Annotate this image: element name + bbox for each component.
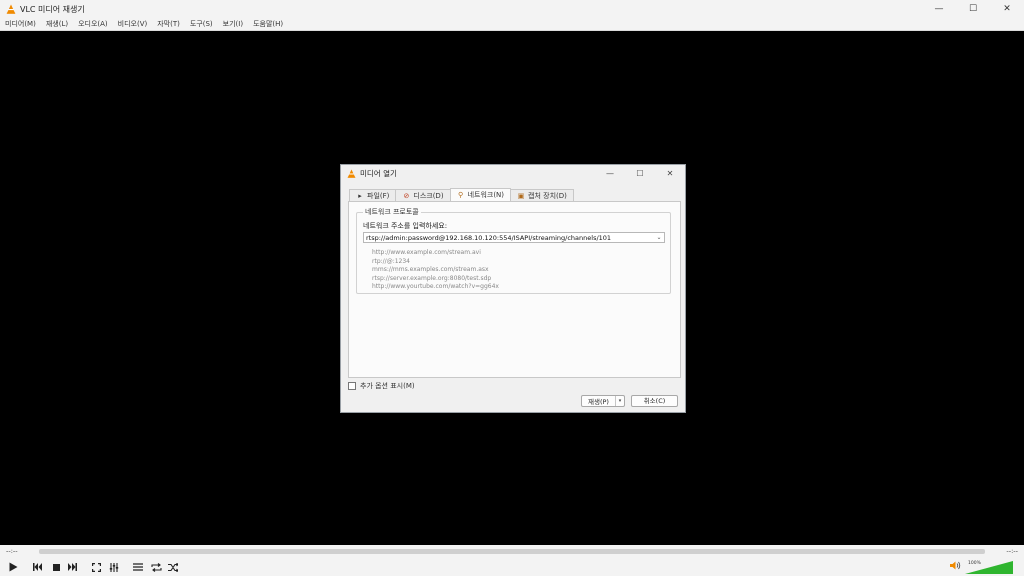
menu-subtitle[interactable]: 자막(T): [157, 19, 180, 29]
group-title: 네트워크 프로토콜: [363, 207, 421, 217]
shuffle-icon[interactable]: [165, 560, 181, 574]
previous-icon[interactable]: [30, 560, 46, 574]
dialog-title-bar: 미디어 열기 — ☐ ✕: [341, 165, 685, 181]
more-options-checkbox[interactable]: [348, 382, 356, 390]
network-protocol-group: 네트워크 프로토콜 네트워크 주소를 입력하세요: rtsp://admin:p…: [356, 207, 671, 294]
seek-row: --:-- --:--: [0, 545, 1024, 558]
dialog-tabs: ▸ 파일(F) ⊘ 디스크(D) ⚲ 네트워크(N) ▣ 캡처 장치(D): [349, 188, 574, 201]
extended-settings-icon[interactable]: [106, 560, 122, 574]
seek-slider[interactable]: [39, 549, 985, 554]
tab-disc[interactable]: ⊘ 디스크(D): [395, 189, 451, 201]
example-url: http://www.example.com/stream.avi: [372, 249, 481, 256]
play-dropdown-arrow[interactable]: ▾: [615, 396, 624, 406]
more-options-toggle[interactable]: 추가 옵션 표시(M): [348, 381, 415, 391]
elapsed-time: --:--: [6, 547, 18, 555]
control-bar: 100%: [0, 558, 1024, 576]
menu-help[interactable]: 도움말(H): [253, 19, 283, 29]
dialog-minimize-button[interactable]: —: [595, 165, 625, 181]
tab-label: 디스크(D): [413, 191, 444, 200]
network-tab-panel: 네트워크 프로토콜 네트워크 주소를 입력하세요: rtsp://admin:p…: [348, 201, 681, 378]
url-label: 네트워크 주소를 입력하세요:: [363, 222, 448, 230]
disc-icon: ⊘: [403, 191, 410, 200]
dialog-maximize-button[interactable]: ☐: [625, 165, 655, 181]
menu-audio[interactable]: 오디오(A): [78, 19, 108, 29]
play-icon[interactable]: [3, 560, 23, 574]
open-media-dialog: 미디어 열기 — ☐ ✕ ▸ 파일(F) ⊘ 디스크(D) ⚲ 네트워크(N) …: [340, 164, 686, 413]
window-title: VLC 미디어 재생기: [20, 4, 85, 14]
menu-tools[interactable]: 도구(S): [190, 19, 213, 29]
stop-icon[interactable]: [48, 560, 64, 574]
title-bar: VLC 미디어 재생기 — ☐ ✕: [0, 0, 1024, 18]
minimize-button[interactable]: —: [922, 0, 956, 18]
volume-percent: 100%: [968, 561, 981, 566]
next-icon[interactable]: [64, 560, 80, 574]
vlc-cone-icon: [6, 4, 16, 14]
network-icon: ⚲: [457, 191, 464, 199]
menu-playback[interactable]: 재생(L): [46, 19, 68, 29]
tab-label: 캡처 장치(D): [528, 191, 567, 200]
total-time: --:--: [1006, 547, 1018, 555]
tab-label: 파일(F): [367, 191, 390, 200]
close-button[interactable]: ✕: [990, 0, 1024, 18]
url-value: rtsp://admin:password@192.168.10.120:554…: [366, 233, 612, 242]
window-controls: — ☐ ✕: [922, 0, 1024, 18]
dialog-title: 미디어 열기: [360, 168, 397, 178]
menu-media[interactable]: 미디어(M): [5, 19, 36, 29]
tab-label: 네트워크(N): [467, 191, 505, 199]
example-url: rtp://@:1234: [372, 257, 410, 265]
file-icon: ▸: [358, 191, 362, 200]
example-url: mms://mms.examples.com/stream.asx: [372, 266, 489, 273]
maximize-button[interactable]: ☐: [956, 0, 990, 18]
dialog-close-button[interactable]: ✕: [655, 165, 685, 181]
speaker-icon[interactable]: [950, 561, 961, 572]
tab-capture-device[interactable]: ▣ 캡처 장치(D): [510, 189, 574, 201]
capture-device-icon: ▣: [517, 191, 525, 200]
chevron-down-icon[interactable]: ⌄: [654, 234, 664, 241]
network-url-input[interactable]: rtsp://admin:password@192.168.10.120:554…: [363, 232, 665, 243]
menu-view[interactable]: 보기(I): [223, 19, 243, 29]
vlc-cone-icon: [347, 168, 356, 178]
example-url: http://www.yourtube.com/watch?v=gg64x: [372, 283, 499, 290]
url-examples: http://www.example.com/stream.avi rtp://…: [372, 249, 499, 292]
play-button-label: 재생(P): [588, 398, 609, 406]
tab-network[interactable]: ⚲ 네트워크(N): [449, 188, 512, 201]
menu-video[interactable]: 비디오(V): [118, 19, 148, 29]
loop-icon[interactable]: [148, 560, 164, 574]
play-button[interactable]: 재생(P) ▾: [581, 395, 625, 407]
cancel-button[interactable]: 취소(C): [631, 395, 678, 407]
playlist-icon[interactable]: [130, 560, 146, 574]
fullscreen-icon[interactable]: [88, 560, 104, 574]
tab-file[interactable]: ▸ 파일(F): [349, 189, 397, 201]
example-url: rtsp://server.example.org:8080/test.sdp: [372, 274, 492, 282]
more-options-label: 추가 옵션 표시(M): [360, 382, 415, 390]
menu-bar: 미디어(M) 재생(L) 오디오(A) 비디오(V) 자막(T) 도구(S) 보…: [0, 18, 1024, 31]
